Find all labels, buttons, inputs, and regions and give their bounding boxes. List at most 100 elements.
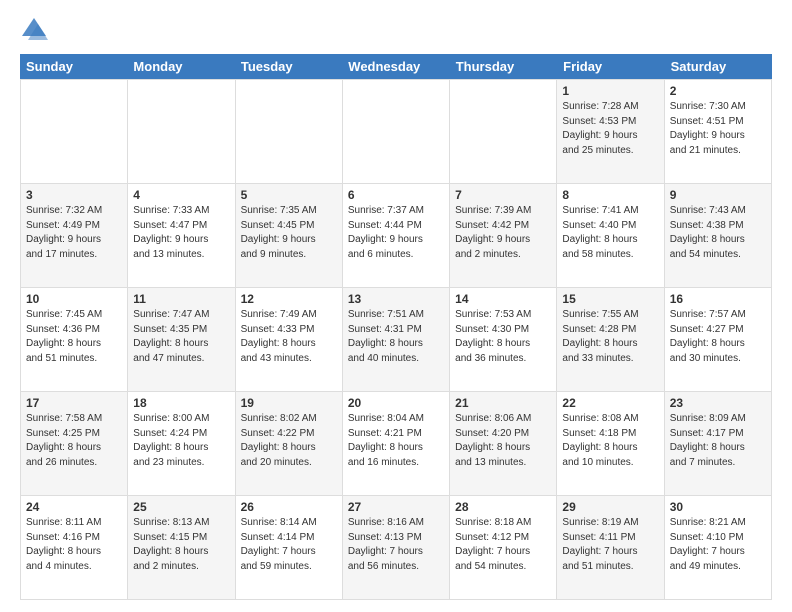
day-number: 15	[562, 292, 658, 306]
day-cell-28: 28 Sunrise: 8:18 AM Sunset: 4:12 PM Dayli…	[450, 496, 557, 599]
day-cell-26: 26 Sunrise: 8:14 AM Sunset: 4:14 PM Dayli…	[236, 496, 343, 599]
day-cell-22: 22 Sunrise: 8:08 AM Sunset: 4:18 PM Dayli…	[557, 392, 664, 495]
day-number: 30	[670, 500, 766, 514]
day-info: Sunrise: 8:04 AM Sunset: 4:21 PM Dayligh…	[348, 412, 444, 470]
day-number: 28	[455, 500, 551, 514]
weekday-header-monday: Monday	[127, 54, 234, 79]
calendar-header: SundayMondayTuesdayWednesdayThursdayFrid…	[20, 54, 772, 79]
day-info: Sunrise: 8:02 AM Sunset: 4:22 PM Dayligh…	[241, 412, 337, 470]
day-info: Sunrise: 7:39 AM Sunset: 4:42 PM Dayligh…	[455, 204, 551, 262]
day-number: 5	[241, 188, 337, 202]
day-info: Sunrise: 8:14 AM Sunset: 4:14 PM Dayligh…	[241, 516, 337, 574]
day-number: 14	[455, 292, 551, 306]
logo-icon	[20, 16, 48, 44]
day-info: Sunrise: 7:37 AM Sunset: 4:44 PM Dayligh…	[348, 204, 444, 262]
day-number: 27	[348, 500, 444, 514]
day-number: 6	[348, 188, 444, 202]
day-cell-27: 27 Sunrise: 8:16 AM Sunset: 4:13 PM Dayli…	[343, 496, 450, 599]
day-info: Sunrise: 8:13 AM Sunset: 4:15 PM Dayligh…	[133, 516, 229, 574]
day-number: 9	[670, 188, 766, 202]
day-cell-10: 10 Sunrise: 7:45 AM Sunset: 4:36 PM Dayli…	[21, 288, 128, 391]
day-number: 29	[562, 500, 658, 514]
day-cell-5: 5 Sunrise: 7:35 AM Sunset: 4:45 PM Daylig…	[236, 184, 343, 287]
day-cell-2: 2Sunrise: 7:30 AM Sunset: 4:51 PM Daylig…	[665, 80, 772, 183]
day-cell-24: 24 Sunrise: 8:11 AM Sunset: 4:16 PM Dayli…	[21, 496, 128, 599]
day-cell-6: 6 Sunrise: 7:37 AM Sunset: 4:44 PM Daylig…	[343, 184, 450, 287]
calendar-body: 1 Sunrise: 7:28 AM Sunset: 4:53 PM Daylig…	[20, 79, 772, 600]
day-info: Sunrise: 8:19 AM Sunset: 4:11 PM Dayligh…	[562, 516, 658, 574]
day-cell-1: 1 Sunrise: 7:28 AM Sunset: 4:53 PM Daylig…	[557, 80, 664, 183]
empty-cell-r0c4	[450, 80, 557, 183]
day-number: 25	[133, 500, 229, 514]
day-number: 17	[26, 396, 122, 410]
day-info: Sunrise: 7:51 AM Sunset: 4:31 PM Dayligh…	[348, 308, 444, 366]
day-cell-17: 17Sunrise: 7:58 AM Sunset: 4:25 PM Dayli…	[21, 392, 128, 495]
day-cell-20: 20 Sunrise: 8:04 AM Sunset: 4:21 PM Dayli…	[343, 392, 450, 495]
day-number: 7	[455, 188, 551, 202]
day-info: Sunrise: 8:11 AM Sunset: 4:16 PM Dayligh…	[26, 516, 122, 574]
day-info: Sunrise: 8:21 AM Sunset: 4:10 PM Dayligh…	[670, 516, 766, 574]
day-number: 22	[562, 396, 658, 410]
day-number: 8	[562, 188, 658, 202]
day-info: Sunrise: 8:00 AM Sunset: 4:24 PM Dayligh…	[133, 412, 229, 470]
day-cell-16: 16 Sunrise: 7:57 AM Sunset: 4:27 PM Dayli…	[665, 288, 772, 391]
calendar-row-5: 24 Sunrise: 8:11 AM Sunset: 4:16 PM Dayli…	[20, 495, 772, 600]
day-number: 3	[26, 188, 122, 202]
empty-cell-r0c2	[236, 80, 343, 183]
day-number: 11	[133, 292, 229, 306]
calendar-row-4: 17Sunrise: 7:58 AM Sunset: 4:25 PM Dayli…	[20, 391, 772, 495]
day-number: 24	[26, 500, 122, 514]
day-info: Sunrise: 7:55 AM Sunset: 4:28 PM Dayligh…	[562, 308, 658, 366]
day-cell-9: 9 Sunrise: 7:43 AM Sunset: 4:38 PM Daylig…	[665, 184, 772, 287]
day-number: 21	[455, 396, 551, 410]
day-info: Sunrise: 7:41 AM Sunset: 4:40 PM Dayligh…	[562, 204, 658, 262]
day-number: 4	[133, 188, 229, 202]
day-info: Sunrise: 8:18 AM Sunset: 4:12 PM Dayligh…	[455, 516, 551, 574]
day-number: 1	[562, 84, 658, 98]
day-number: 10	[26, 292, 122, 306]
day-cell-7: 7 Sunrise: 7:39 AM Sunset: 4:42 PM Daylig…	[450, 184, 557, 287]
day-number: 20	[348, 396, 444, 410]
day-info: Sunrise: 8:16 AM Sunset: 4:13 PM Dayligh…	[348, 516, 444, 574]
day-cell-3: 3 Sunrise: 7:32 AM Sunset: 4:49 PM Daylig…	[21, 184, 128, 287]
empty-cell-r0c0	[21, 80, 128, 183]
day-info: Sunrise: 7:53 AM Sunset: 4:30 PM Dayligh…	[455, 308, 551, 366]
day-info: Sunrise: 7:57 AM Sunset: 4:27 PM Dayligh…	[670, 308, 766, 366]
day-number: 26	[241, 500, 337, 514]
day-info: Sunrise: 8:08 AM Sunset: 4:18 PM Dayligh…	[562, 412, 658, 470]
day-info: Sunrise: 7:45 AM Sunset: 4:36 PM Dayligh…	[26, 308, 122, 366]
header	[20, 16, 772, 44]
day-number: 2	[670, 84, 766, 98]
weekday-header-friday: Friday	[557, 54, 664, 79]
weekday-header-tuesday: Tuesday	[235, 54, 342, 79]
calendar-row-3: 10 Sunrise: 7:45 AM Sunset: 4:36 PM Dayli…	[20, 287, 772, 391]
weekday-header-sunday: Sunday	[20, 54, 127, 79]
weekday-header-thursday: Thursday	[450, 54, 557, 79]
day-cell-29: 29 Sunrise: 8:19 AM Sunset: 4:11 PM Dayli…	[557, 496, 664, 599]
calendar-row-1: 1 Sunrise: 7:28 AM Sunset: 4:53 PM Daylig…	[20, 79, 772, 183]
day-cell-8: 8 Sunrise: 7:41 AM Sunset: 4:40 PM Daylig…	[557, 184, 664, 287]
day-cell-18: 18 Sunrise: 8:00 AM Sunset: 4:24 PM Dayli…	[128, 392, 235, 495]
day-cell-4: 4 Sunrise: 7:33 AM Sunset: 4:47 PM Daylig…	[128, 184, 235, 287]
day-cell-11: 11Sunrise: 7:47 AM Sunset: 4:35 PM Dayli…	[128, 288, 235, 391]
calendar-row-2: 3 Sunrise: 7:32 AM Sunset: 4:49 PM Daylig…	[20, 183, 772, 287]
day-info: Sunrise: 7:49 AM Sunset: 4:33 PM Dayligh…	[241, 308, 337, 366]
logo	[20, 16, 52, 44]
day-cell-14: 14 Sunrise: 7:53 AM Sunset: 4:30 PM Dayli…	[450, 288, 557, 391]
day-number: 23	[670, 396, 766, 410]
day-number: 16	[670, 292, 766, 306]
day-info: Sunrise: 7:28 AM Sunset: 4:53 PM Dayligh…	[562, 100, 658, 158]
day-info: Sunrise: 7:43 AM Sunset: 4:38 PM Dayligh…	[670, 204, 766, 262]
day-info: Sunrise: 7:32 AM Sunset: 4:49 PM Dayligh…	[26, 204, 122, 262]
day-info: Sunrise: 7:35 AM Sunset: 4:45 PM Dayligh…	[241, 204, 337, 262]
day-info: Sunrise: 7:33 AM Sunset: 4:47 PM Dayligh…	[133, 204, 229, 262]
day-number: 12	[241, 292, 337, 306]
day-number: 18	[133, 396, 229, 410]
day-info: Sunrise: 8:09 AM Sunset: 4:17 PM Dayligh…	[670, 412, 766, 470]
day-number: 13	[348, 292, 444, 306]
day-cell-23: 23 Sunrise: 8:09 AM Sunset: 4:17 PM Dayli…	[665, 392, 772, 495]
day-cell-21: 21Sunrise: 8:06 AM Sunset: 4:20 PM Dayli…	[450, 392, 557, 495]
empty-cell-r0c1	[128, 80, 235, 183]
empty-cell-r0c3	[343, 80, 450, 183]
day-cell-25: 25 Sunrise: 8:13 AM Sunset: 4:15 PM Dayli…	[128, 496, 235, 599]
